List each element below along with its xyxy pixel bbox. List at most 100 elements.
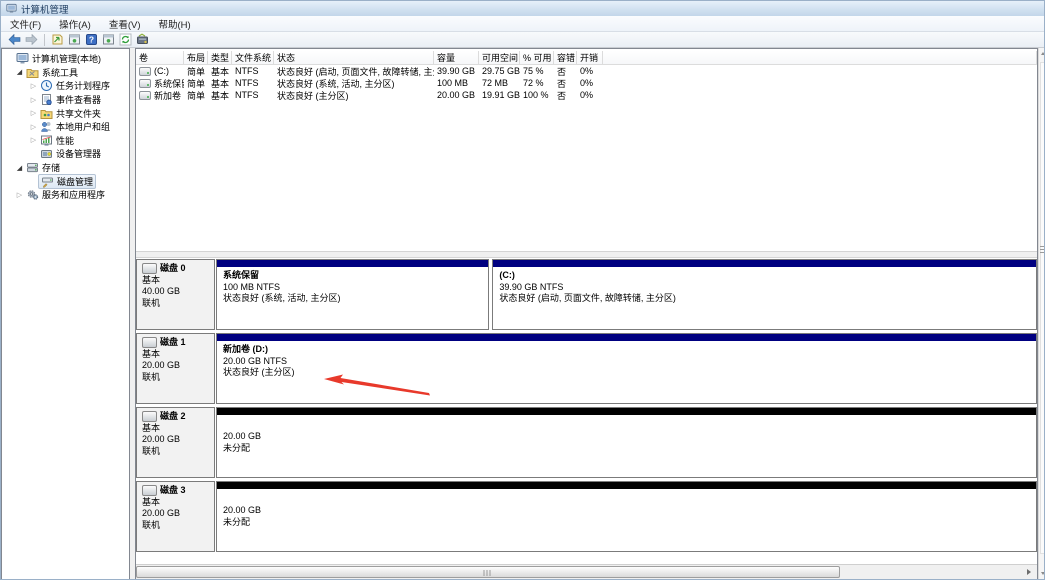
chevron-expanded-icon[interactable]	[15, 68, 24, 76]
window-title: 计算机管理	[21, 2, 69, 16]
partition-unallocated[interactable]: 20.00 GB 未分配	[216, 407, 1037, 478]
disk-icon	[142, 263, 157, 274]
partition-unallocated[interactable]: 20.00 GB 未分配	[216, 481, 1037, 552]
back-icon[interactable]	[6, 33, 23, 47]
disk-0-label[interactable]: 磁盘 0 基本 40.00 GB 联机	[136, 259, 215, 330]
vertical-scrollbar-thumb[interactable]	[1040, 62, 1045, 554]
window-icon[interactable]	[66, 33, 83, 47]
disk-icon	[142, 411, 157, 422]
task-scheduler-icon	[40, 79, 53, 92]
pane-splitter[interactable]	[136, 251, 1037, 258]
col-pct-free[interactable]: % 可用	[520, 51, 554, 65]
col-capacity[interactable]: 容量	[434, 51, 479, 65]
shared-folders-icon	[40, 107, 53, 120]
services-apps-icon	[26, 188, 39, 201]
computer-management-window: 计算机管理 文件(F) 操作(A) 查看(V) 帮助(H) ?	[0, 0, 1045, 580]
device-manager-icon	[40, 147, 53, 160]
partition-c[interactable]: (C:) 39.90 GB NTFS 状态良好 (启动, 页面文件, 故障转储,…	[492, 259, 1036, 330]
col-overhead[interactable]: 开销	[577, 51, 603, 65]
performance-icon	[40, 134, 53, 147]
volume-icon	[139, 67, 151, 76]
tree-item-event-viewer[interactable]: 事件查看器	[2, 93, 129, 107]
horizontal-scrollbar-thumb[interactable]	[136, 566, 840, 578]
disk-management-icon	[41, 175, 54, 188]
horizontal-scrollbar[interactable]	[136, 564, 1037, 579]
rescan-disks-icon[interactable]	[134, 33, 151, 47]
disk-2-label[interactable]: 磁盘 2 基本 20.00 GB 联机	[136, 407, 215, 478]
show-console-tree-icon[interactable]	[49, 33, 66, 47]
tree-item-system-tools[interactable]: 系统工具	[2, 66, 129, 80]
chevron-collapsed-icon[interactable]	[29, 136, 38, 144]
menu-bar: 文件(F) 操作(A) 查看(V) 帮助(H)	[1, 16, 1044, 32]
disk-3-label[interactable]: 磁盘 3 基本 20.00 GB 联机	[136, 481, 215, 552]
chevron-expanded-icon[interactable]	[15, 164, 24, 172]
tree-item-task-scheduler[interactable]: 任务计划程序	[2, 79, 129, 93]
forward-icon[interactable]	[23, 33, 40, 47]
title-bar[interactable]: 计算机管理	[1, 1, 1044, 16]
disk-management-pane: 卷 布局 类型 文件系统 状态 容量 可用空间 % 可用 容错 开销 (C:) …	[135, 48, 1038, 580]
computer-icon	[16, 52, 29, 65]
disk-row-1: 磁盘 1 基本 20.00 GB 联机 新加卷 (D:) 20.00 GB NT…	[136, 333, 1037, 404]
volume-icon	[139, 79, 151, 88]
disk-row-3: 磁盘 3 基本 20.00 GB 联机 20.00 GB 未分配	[136, 481, 1037, 552]
event-viewer-icon	[40, 93, 53, 106]
svg-text:?: ?	[89, 35, 94, 45]
volume-row-system-reserved[interactable]: 系统保留 简单 基本 NTFS 状态良好 (系统, 活动, 主分区) 100 M…	[136, 77, 1037, 89]
volume-row-c[interactable]: (C:) 简单 基本 NTFS 状态良好 (启动, 页面文件, 故障转储, 主分…	[136, 65, 1037, 77]
system-tools-icon	[26, 66, 39, 79]
col-status[interactable]: 状态	[274, 51, 434, 65]
chevron-collapsed-icon[interactable]	[29, 123, 38, 131]
col-filesystem[interactable]: 文件系统	[232, 51, 274, 65]
tree-item-disk-management[interactable]: 磁盘管理	[2, 174, 129, 188]
computer-management-icon	[6, 3, 17, 14]
local-users-groups-icon	[40, 120, 53, 133]
scrollbar-grip-icon	[484, 570, 493, 576]
chevron-collapsed-icon[interactable]	[15, 191, 24, 199]
tree-item-services-applications[interactable]: 服务和应用程序	[2, 188, 129, 202]
help-icon[interactable]: ?	[83, 33, 100, 47]
partition-color-bar	[217, 334, 1036, 341]
volume-row-new-volume[interactable]: 新加卷 ... 简单 基本 NTFS 状态良好 (主分区) 20.00 GB 1…	[136, 89, 1037, 101]
partition-new-volume-d[interactable]: 新加卷 (D:) 20.00 GB NTFS 状态良好 (主分区)	[216, 333, 1037, 404]
partition-system-reserved[interactable]: 系统保留 100 MB NTFS 状态良好 (系统, 活动, 主分区)	[216, 259, 489, 330]
col-fault-tolerance[interactable]: 容错	[554, 51, 577, 65]
scroll-down-arrow-icon[interactable]	[1041, 572, 1045, 575]
console-tree: 计算机管理(本地) 系统工具 任务计划程序	[1, 48, 130, 580]
refresh-icon[interactable]	[117, 33, 134, 47]
volume-list-header: 卷 布局 类型 文件系统 状态 容量 可用空间 % 可用 容错 开销	[136, 51, 1037, 65]
menu-view[interactable]: 查看(V)	[100, 16, 150, 31]
tree-item-storage[interactable]: 存储	[2, 161, 129, 175]
menu-help[interactable]: 帮助(H)	[149, 16, 199, 31]
volume-icon	[139, 91, 151, 100]
vertical-scrollbar[interactable]	[1038, 48, 1045, 580]
unallocated-color-bar	[217, 482, 1036, 489]
tree-item-device-manager[interactable]: 设备管理器	[2, 147, 129, 161]
col-layout[interactable]: 布局	[184, 51, 208, 65]
disk-icon	[142, 337, 157, 348]
partition-color-bar	[217, 260, 488, 267]
scrollbar-grip-icon	[1040, 246, 1045, 254]
col-volume[interactable]: 卷	[136, 51, 184, 65]
menu-action[interactable]: 操作(A)	[50, 16, 100, 31]
toolbar: ?	[1, 32, 1044, 48]
toolbar-separator	[44, 34, 45, 46]
window-icon[interactable]	[100, 33, 117, 47]
tree-item-performance[interactable]: 性能	[2, 134, 129, 148]
col-type[interactable]: 类型	[208, 51, 232, 65]
tree-item-local-users-groups[interactable]: 本地用户和组	[2, 120, 129, 134]
chevron-collapsed-icon[interactable]	[29, 96, 38, 104]
col-free-space[interactable]: 可用空间	[479, 51, 520, 65]
scroll-up-arrow-icon[interactable]	[1041, 52, 1045, 55]
unallocated-color-bar	[217, 408, 1036, 415]
tree-item-computer-management[interactable]: 计算机管理(本地)	[2, 52, 129, 66]
storage-icon	[26, 161, 39, 174]
tree-item-shared-folders[interactable]: 共享文件夹	[2, 106, 129, 120]
partition-color-bar	[493, 260, 1035, 267]
disk-row-2: 磁盘 2 基本 20.00 GB 联机 20.00 GB 未分配	[136, 407, 1037, 478]
chevron-collapsed-icon[interactable]	[29, 109, 38, 117]
col-filler	[603, 51, 1037, 65]
chevron-collapsed-icon[interactable]	[29, 82, 38, 90]
disk-1-label[interactable]: 磁盘 1 基本 20.00 GB 联机	[136, 333, 215, 404]
menu-file[interactable]: 文件(F)	[1, 16, 50, 31]
scroll-right-arrow-icon[interactable]	[1027, 569, 1031, 575]
